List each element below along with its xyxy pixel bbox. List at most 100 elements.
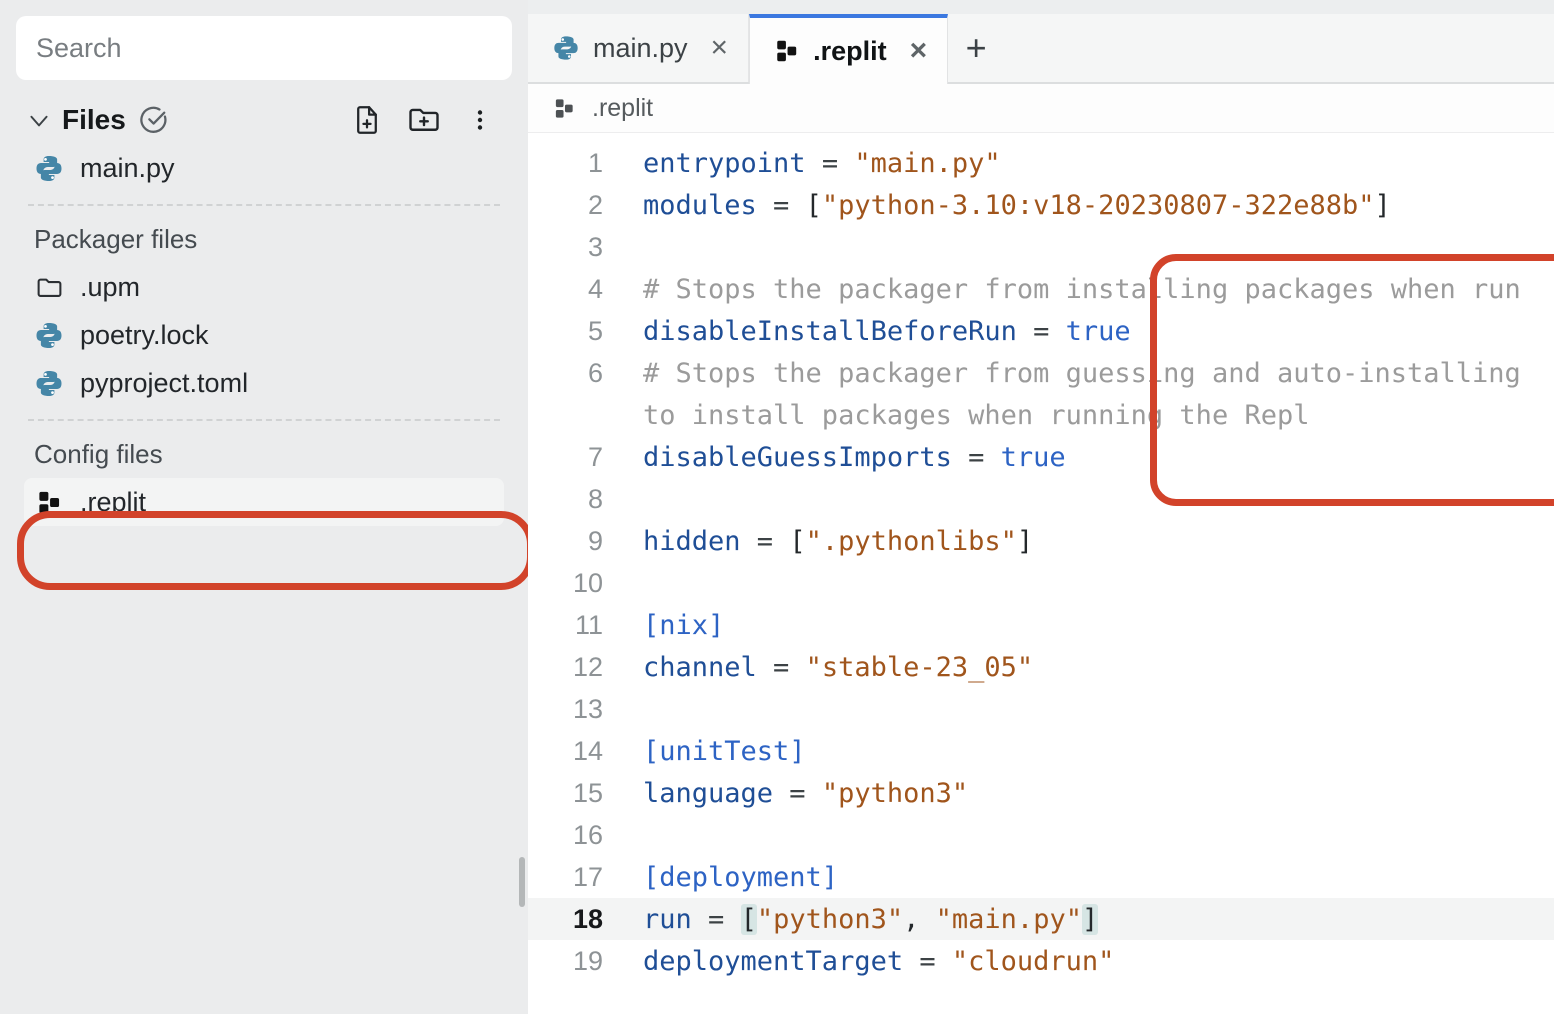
new-file-icon[interactable] <box>350 103 384 137</box>
code-token: run <box>643 904 692 935</box>
code-token: true <box>1001 442 1066 473</box>
line-number: 1 <box>528 148 603 179</box>
new-folder-icon[interactable] <box>406 102 442 138</box>
code-line-9[interactable]: 9 hidden = [".pythonlibs"] <box>528 520 1554 562</box>
code-token: [ <box>789 526 805 557</box>
file-row-.upm[interactable]: .upm <box>0 263 528 311</box>
code-line-12[interactable]: 12channel = "stable-23_05" <box>528 646 1554 688</box>
code-token: ".pythonlibs" <box>806 526 1017 557</box>
code-token: modules <box>643 190 757 221</box>
section-label: Config files <box>0 439 528 470</box>
code-line-1[interactable]: 1entrypoint = "main.py" <box>528 142 1554 184</box>
line-number: 2 <box>528 190 603 221</box>
python-file-icon <box>34 320 64 351</box>
editor-pane: main.py × .replit × + .replit 1entrypoint = … <box>528 0 1554 1014</box>
file-row-pyproject.toml[interactable]: pyproject.toml <box>0 359 528 407</box>
line-number: 5 <box>528 316 603 347</box>
line-number: 11 <box>528 610 603 641</box>
kebab-menu-icon[interactable] <box>468 105 492 135</box>
check-circle-icon[interactable] <box>138 104 170 136</box>
tab-.replit[interactable]: .replit × <box>749 14 948 84</box>
code-token: ] <box>1017 526 1033 557</box>
code-line-5[interactable]: 5disableInstallBeforeRun = true <box>528 310 1554 352</box>
code-token: "python3" <box>757 904 903 935</box>
code-token: = <box>741 526 790 557</box>
code-line-7[interactable]: 7disableGuessImports = true <box>528 436 1554 478</box>
code-line-14[interactable]: 14[unitTest] <box>528 730 1554 772</box>
code-token: [deployment] <box>643 862 838 893</box>
line-number: 13 <box>528 694 603 725</box>
tab-label: main.py <box>593 33 688 64</box>
line-number: 18 <box>528 904 603 935</box>
code-line-10[interactable]: 10 <box>528 562 1554 604</box>
code-line-wrap[interactable]: to install packages when running the Rep… <box>528 394 1554 436</box>
line-content: disableGuessImports = true <box>643 442 1066 473</box>
code-token: "main.py" <box>854 148 1000 179</box>
new-tab-button[interactable]: + <box>948 14 1004 82</box>
line-content: language = "python3" <box>643 778 968 809</box>
file-name: main.py <box>80 153 175 184</box>
code-line-6[interactable]: 6# Stops the packager from guessing and … <box>528 352 1554 394</box>
code-token: hidden <box>643 526 741 557</box>
code-token: [nix] <box>643 610 724 641</box>
code-line-8[interactable]: 8 <box>528 478 1554 520</box>
code-line-2[interactable]: 2 modules = ["python-3.10:v18-20230807-32… <box>528 184 1554 226</box>
file-row-poetry.lock[interactable]: poetry.lock <box>0 311 528 359</box>
code-token: , <box>903 904 936 935</box>
python-file-icon <box>34 368 64 399</box>
tabbar-top-strip <box>528 0 1554 14</box>
sidebar-scrollbar-thumb[interactable] <box>519 857 525 907</box>
code-token: = <box>757 652 806 683</box>
code-token: = <box>806 148 855 179</box>
code-token: = <box>1017 316 1066 347</box>
code-token: "python-3.10:v18-20230807-322e88b" <box>822 190 1375 221</box>
close-icon[interactable]: × <box>711 33 729 63</box>
line-content: [deployment] <box>643 862 838 893</box>
code-line-16[interactable]: 16 <box>528 814 1554 856</box>
code-line-17[interactable]: 17 [deployment] <box>528 856 1554 898</box>
code-line-19[interactable]: 19 deploymentTarget = "cloudrun" <box>528 940 1554 982</box>
code-token: deploymentTarget <box>643 946 903 977</box>
code-token: # Stops the packager from installing pac… <box>643 274 1521 305</box>
code-line-3[interactable]: 3 <box>528 226 1554 268</box>
line-number: 19 <box>528 946 603 977</box>
code-token: true <box>1066 316 1131 347</box>
file-name: pyproject.toml <box>80 368 248 399</box>
folder-file-icon <box>34 273 64 302</box>
file-row-main.py[interactable]: main.py <box>0 144 528 192</box>
code-token: "cloudrun" <box>952 946 1115 977</box>
code-token: to install packages when running the Rep… <box>643 400 1309 431</box>
file-sidebar: Files main.pyPackager files.upmpoetry.lo… <box>0 0 528 1014</box>
code-line-13[interactable]: 13 <box>528 688 1554 730</box>
code-line-18[interactable]: 18run = ["python3", "main.py"] <box>528 898 1554 940</box>
code-line-11[interactable]: 11 [nix] <box>528 604 1554 646</box>
line-number: 4 <box>528 274 603 305</box>
chevron-down-icon[interactable] <box>26 107 52 133</box>
python-file-icon <box>34 153 64 184</box>
code-editor[interactable]: 1entrypoint = "main.py"2modules = ["pyth… <box>528 133 1554 982</box>
code-token: "stable-23_05" <box>806 652 1034 683</box>
code-line-4[interactable]: 4 # Stops the packager from installing pa… <box>528 268 1554 310</box>
search-input[interactable] <box>16 16 512 80</box>
line-content: [nix] <box>643 610 724 641</box>
file-row-.replit[interactable]: .replit <box>24 478 504 526</box>
code-token: "main.py" <box>936 904 1082 935</box>
breadcrumb: .replit <box>528 84 1554 133</box>
line-content: modules = ["python-3.10:v18-20230807-322… <box>643 190 1391 221</box>
close-icon[interactable]: × <box>910 36 928 66</box>
code-token: = <box>692 904 741 935</box>
code-token: language <box>643 778 773 809</box>
line-content: channel = "stable-23_05" <box>643 652 1033 683</box>
replit-file-icon <box>774 38 800 64</box>
tab-bar: main.py × .replit × + <box>528 14 1554 84</box>
line-number: 14 <box>528 736 603 767</box>
code-token: # Stops the packager from guessing and a… <box>643 358 1521 389</box>
file-name: .upm <box>80 272 140 303</box>
line-number: 9 <box>528 526 603 557</box>
line-number: 17 <box>528 862 603 893</box>
tab-main.py[interactable]: main.py × <box>528 14 749 82</box>
code-token: = <box>903 946 952 977</box>
tab-label: .replit <box>813 36 887 67</box>
code-line-15[interactable]: 15language = "python3" <box>528 772 1554 814</box>
code-token: channel <box>643 652 757 683</box>
